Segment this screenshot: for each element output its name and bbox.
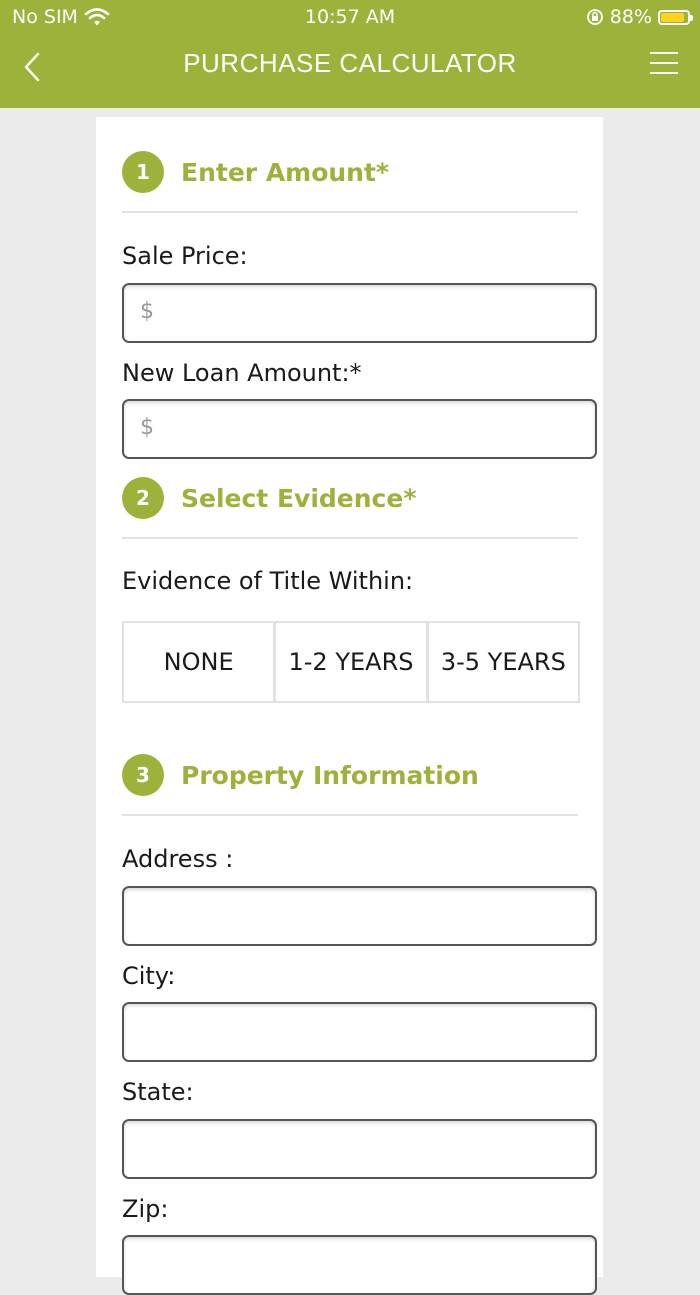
city-label: City: — [122, 962, 176, 990]
section-title: Property Information — [181, 760, 479, 790]
evidence-label: Evidence of Title Within: — [122, 567, 414, 595]
zip-label: Zip: — [122, 1195, 169, 1223]
new-loan-amount-input[interactable]: $ — [122, 399, 597, 459]
hamburger-menu-icon[interactable] — [650, 52, 680, 76]
battery-icon — [658, 9, 693, 25]
evidence-segmented-control: NONE 1-2 YEARS 3-5 YEARS — [122, 621, 580, 703]
evidence-option-1-2-years[interactable]: 1-2 YEARS — [276, 623, 429, 701]
app-header: No SIM 10:57 AM 88% PURCHASE CALCULATOR — [0, 0, 700, 108]
section-title: Select Evidence* — [181, 483, 417, 513]
city-input[interactable] — [122, 1002, 597, 1062]
evidence-option-3-5-years[interactable]: 3-5 YEARS — [429, 623, 578, 701]
page-title: PURCHASE CALCULATOR — [183, 48, 517, 78]
state-label: State: — [122, 1078, 194, 1106]
new-loan-amount-label: New Loan Amount:* — [122, 359, 362, 387]
step-number: 1 — [122, 151, 164, 193]
dollar-prefix: $ — [140, 415, 154, 440]
address-label: Address : — [122, 845, 234, 873]
address-input[interactable] — [122, 886, 597, 946]
evidence-option-none[interactable]: NONE — [124, 623, 277, 701]
orientation-lock-icon — [586, 9, 603, 25]
calculator-card: 1 Enter Amount* Sale Price: $ New Loan A… — [96, 117, 603, 1295]
status-battery: 88% — [586, 6, 693, 28]
divider — [122, 814, 578, 816]
state-input[interactable] — [122, 1119, 597, 1179]
sale-price-input[interactable]: $ — [122, 283, 597, 343]
sale-price-label: Sale Price: — [122, 242, 248, 270]
section-title: Enter Amount* — [181, 157, 390, 187]
dollar-prefix: $ — [140, 299, 154, 324]
section-select-evidence: 2 Select Evidence* — [122, 477, 416, 519]
divider — [122, 537, 578, 539]
divider — [122, 211, 578, 213]
step-number: 2 — [122, 477, 164, 519]
section-property-information: 3 Property Information — [122, 754, 479, 796]
section-enter-amount: 1 Enter Amount* — [122, 151, 389, 193]
step-number: 3 — [122, 754, 164, 796]
battery-percent: 88% — [609, 6, 652, 28]
zip-input[interactable] — [122, 1235, 597, 1295]
